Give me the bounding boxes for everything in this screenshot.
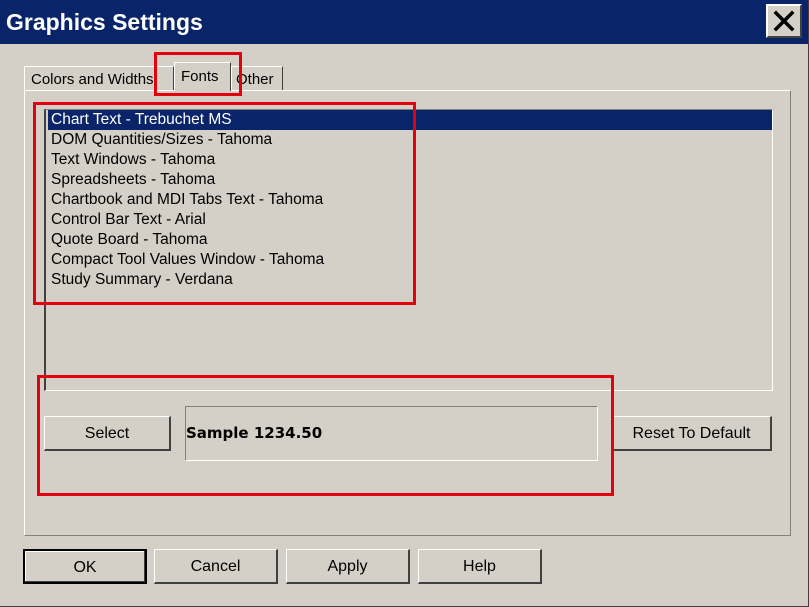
font-list-item[interactable]: Quote Board - Tahoma — [48, 230, 772, 250]
tab-other[interactable]: Other — [231, 66, 283, 90]
tab-label: Colors and Widths — [31, 71, 154, 88]
select-font-button[interactable]: Select — [44, 416, 171, 451]
cancel-button[interactable]: Cancel — [154, 549, 278, 584]
sample-text: Sample 1234.50 — [186, 424, 323, 442]
font-list-item[interactable]: Control Bar Text - Arial — [48, 210, 772, 230]
font-list-item[interactable]: Text Windows - Tahoma — [48, 150, 772, 170]
reset-to-default-button[interactable]: Reset To Default — [612, 416, 772, 451]
tab-fonts[interactable]: Fonts — [174, 62, 231, 91]
tab-label: Fonts — [181, 68, 219, 85]
graphics-settings-dialog: Graphics Settings Colors and Widths Font… — [0, 0, 809, 607]
title-bar[interactable]: Graphics Settings — [0, 0, 808, 44]
window-title: Graphics Settings — [6, 9, 203, 35]
font-list-item[interactable]: Chartbook and MDI Tabs Text - Tahoma — [48, 190, 772, 210]
close-button[interactable] — [766, 4, 802, 38]
font-list-item[interactable]: Spreadsheets - Tahoma — [48, 170, 772, 190]
tab-label: Other — [236, 71, 274, 88]
ok-button[interactable]: OK — [23, 549, 147, 584]
font-sample-preview: Sample 1234.50 — [185, 406, 598, 461]
font-list-item[interactable]: Compact Tool Values Window - Tahoma — [48, 250, 772, 270]
tab-colors-and-widths[interactable]: Colors and Widths — [24, 66, 174, 90]
font-list[interactable]: Chart Text - Trebuchet MS DOM Quantities… — [44, 109, 773, 391]
font-list-item[interactable]: Chart Text - Trebuchet MS — [48, 110, 772, 130]
font-list-item[interactable]: Study Summary - Verdana — [48, 270, 772, 290]
apply-button[interactable]: Apply — [286, 549, 410, 584]
close-x-icon — [773, 10, 795, 32]
font-list-item[interactable]: DOM Quantities/Sizes - Tahoma — [48, 130, 772, 150]
help-button[interactable]: Help — [418, 549, 542, 584]
